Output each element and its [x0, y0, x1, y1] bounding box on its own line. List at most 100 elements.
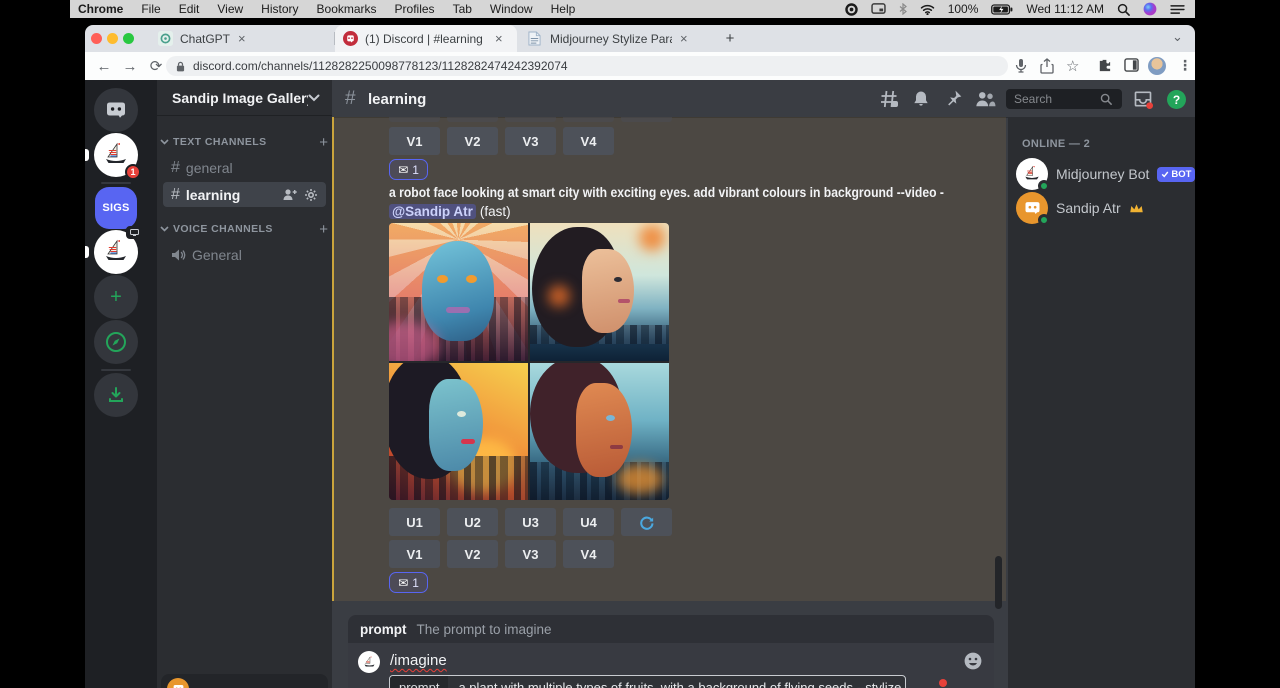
- back-button[interactable]: ←: [91, 58, 117, 75]
- discord-home-button[interactable]: [94, 88, 138, 132]
- u4-button[interactable]: U4: [563, 508, 614, 536]
- u1-button[interactable]: U1: [389, 508, 440, 536]
- v2-button[interactable]: V2: [447, 540, 498, 568]
- envelope-reaction[interactable]: ✉ 1: [389, 572, 428, 593]
- create-channel-icon[interactable]: +: [319, 134, 328, 151]
- slash-command[interactable]: /imagine: [390, 652, 447, 669]
- screen-record-icon[interactable]: [845, 3, 858, 16]
- unread-pill: [85, 149, 89, 161]
- pin-icon[interactable]: [943, 89, 963, 109]
- forward-button[interactable]: →: [117, 58, 143, 75]
- server-owner-crown-icon: [1129, 203, 1144, 214]
- channel-general[interactable]: # general: [163, 155, 326, 180]
- wifi-icon[interactable]: [920, 4, 935, 15]
- window-minimize-button[interactable]: [107, 33, 118, 44]
- upscale-button-row: U1 U2 U3 U4: [389, 508, 672, 536]
- v3-button[interactable]: V3: [505, 540, 556, 568]
- menu-app-name[interactable]: Chrome: [78, 2, 123, 16]
- profile-avatar[interactable]: [1148, 57, 1166, 75]
- display-icon[interactable]: [871, 3, 886, 15]
- add-server-button[interactable]: +: [94, 275, 138, 319]
- download-apps-button[interactable]: [94, 373, 138, 417]
- emoji-picker-icon[interactable]: [963, 651, 983, 671]
- v3-button[interactable]: V3: [505, 127, 556, 155]
- server-sailboat-2[interactable]: [94, 230, 138, 274]
- member-list-icon[interactable]: [974, 89, 994, 109]
- channel-learning[interactable]: # learning: [163, 182, 326, 207]
- menubar-clock[interactable]: Wed 11:12 AM: [1026, 2, 1104, 16]
- share-icon[interactable]: [1040, 58, 1054, 74]
- server-header[interactable]: Sandip Image Gallery Se...: [157, 80, 332, 116]
- threads-icon[interactable]: [879, 89, 899, 109]
- new-tab-button[interactable]: +: [722, 31, 738, 47]
- voice-channel-general[interactable]: General: [163, 242, 326, 267]
- envelope-reaction[interactable]: ✉ 1: [389, 159, 428, 180]
- menu-tab[interactable]: Tab: [453, 2, 472, 16]
- tab-chatgpt[interactable]: ChatGPT ×: [150, 25, 332, 52]
- address-bar[interactable]: discord.com/channels/1128282250098778123…: [166, 56, 1008, 76]
- text-channels-category[interactable]: TEXT CHANNELS +: [160, 134, 328, 150]
- reroll-button[interactable]: [621, 508, 672, 536]
- generated-image-grid[interactable]: [389, 223, 669, 500]
- prompt-option-field[interactable]: prompt a plant with multiple types of fr…: [389, 675, 906, 688]
- discord-favicon: [343, 31, 358, 46]
- menu-profiles[interactable]: Profiles: [395, 2, 435, 16]
- user-mention[interactable]: @Sandip Atr: [389, 204, 476, 219]
- notifications-bell-icon[interactable]: [911, 89, 931, 109]
- tab-close-icon[interactable]: ×: [680, 32, 688, 45]
- help-button[interactable]: ?: [1167, 90, 1186, 109]
- menu-view[interactable]: View: [217, 2, 243, 16]
- window-zoom-button[interactable]: [123, 33, 134, 44]
- tab-discord[interactable]: (1) Discord | #learning | Sandi ×: [335, 25, 517, 52]
- menu-history[interactable]: History: [261, 2, 298, 16]
- v4-button[interactable]: V4: [563, 127, 614, 155]
- hash-icon: #: [171, 159, 180, 177]
- window-close-button[interactable]: [91, 33, 102, 44]
- u3-button[interactable]: U3: [505, 508, 556, 536]
- collapse-chevron-icon: [160, 139, 169, 145]
- image-quadrant-3: [389, 363, 528, 501]
- search-input[interactable]: [1012, 91, 1100, 107]
- explore-servers-button[interactable]: [94, 320, 138, 364]
- menu-file[interactable]: File: [141, 2, 160, 16]
- option-value[interactable]: a plant with multiple types of fruits, w…: [448, 680, 906, 688]
- menu-edit[interactable]: Edit: [179, 2, 200, 16]
- image-quadrant-1: [389, 223, 528, 361]
- chat-scrollbar[interactable]: [995, 556, 1002, 609]
- v2-button[interactable]: V2: [447, 127, 498, 155]
- spotlight-search-icon[interactable]: [1117, 3, 1130, 16]
- tab-close-icon[interactable]: ×: [495, 32, 503, 45]
- u2-button[interactable]: U2: [447, 508, 498, 536]
- mic-icon[interactable]: [1014, 58, 1028, 74]
- server-sigs[interactable]: SIGS: [95, 187, 137, 229]
- bookmark-star-icon[interactable]: ☆: [1066, 57, 1079, 75]
- inbox-icon[interactable]: [1133, 89, 1153, 109]
- v4-button[interactable]: V4: [563, 540, 614, 568]
- tab-search-chevron-icon[interactable]: ⌄: [1172, 29, 1183, 45]
- invite-people-icon[interactable]: [282, 188, 298, 201]
- extensions-puzzle-icon[interactable]: [1097, 58, 1112, 73]
- channel-settings-gear-icon[interactable]: [304, 188, 318, 202]
- browser-menu-icon[interactable]: ⋮: [1178, 57, 1192, 74]
- menu-help[interactable]: Help: [551, 2, 576, 16]
- control-center-icon[interactable]: [1170, 4, 1185, 15]
- voice-channels-category[interactable]: VOICE CHANNELS +: [160, 221, 328, 237]
- member-name: Midjourney Bot: [1056, 166, 1149, 182]
- menu-bookmarks[interactable]: Bookmarks: [317, 2, 377, 16]
- v1-button[interactable]: V1: [389, 540, 440, 568]
- siri-icon[interactable]: [1143, 2, 1157, 16]
- bluetooth-icon[interactable]: [899, 3, 907, 15]
- create-channel-icon[interactable]: +: [319, 221, 328, 238]
- search-box[interactable]: [1006, 89, 1122, 109]
- side-panel-icon[interactable]: [1124, 58, 1139, 72]
- spellcheck-dot: [939, 679, 947, 687]
- tab-close-icon[interactable]: ×: [238, 32, 246, 45]
- v1-button[interactable]: V1: [389, 127, 440, 155]
- server-sailboat-1[interactable]: 1: [94, 133, 138, 177]
- member-row-sandip[interactable]: Sandip Atr: [1016, 191, 1188, 225]
- member-row-midjourney-bot[interactable]: Midjourney Bot BOT: [1016, 157, 1188, 191]
- unread-pill: [85, 246, 89, 258]
- tab-midjourney[interactable]: Midjourney Stylize Parameter ×: [520, 25, 712, 52]
- user-avatar[interactable]: [167, 678, 189, 688]
- menu-window[interactable]: Window: [490, 2, 533, 16]
